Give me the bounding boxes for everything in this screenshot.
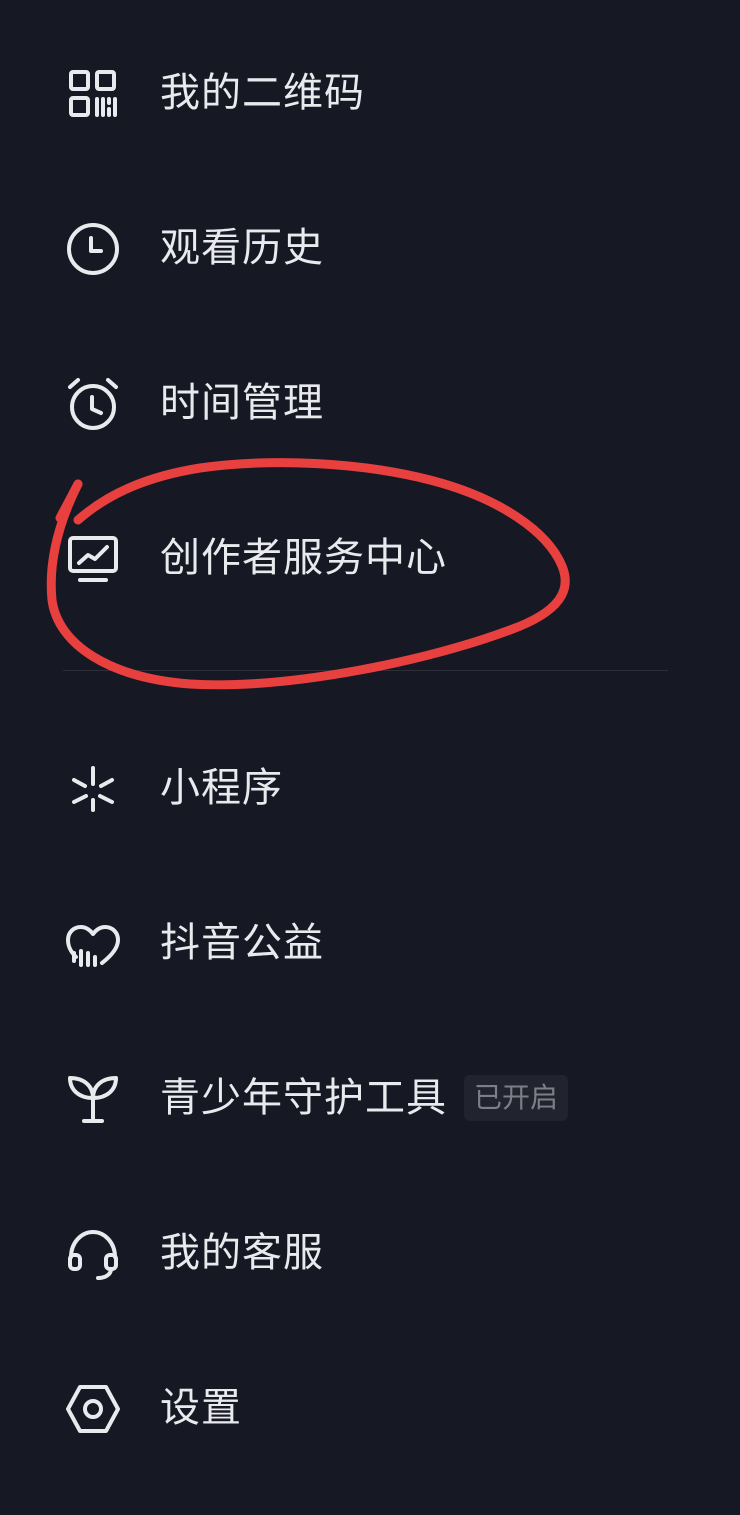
menu-label: 青少年守护工具: [160, 1075, 447, 1121]
menu-item-settings[interactable]: 设置: [0, 1355, 740, 1455]
clock-icon: [62, 218, 124, 280]
status-badge: 已开启: [464, 1075, 569, 1121]
menu-item-watch-history[interactable]: 观看历史: [0, 195, 740, 295]
menu-item-customer-service[interactable]: 我的客服: [0, 1200, 740, 1300]
sprout-icon: [62, 1068, 124, 1130]
menu-item-charity[interactable]: 抖音公益: [0, 890, 740, 990]
menu-label: 小程序: [160, 765, 283, 811]
menu-label: 抖音公益: [160, 920, 324, 966]
menu-item-creator-center[interactable]: 创作者服务中心: [0, 505, 740, 605]
menu-item-youth-protection[interactable]: 青少年守护工具 已开启: [0, 1045, 740, 1145]
menu-label: 我的二维码: [160, 70, 365, 116]
mini-program-icon: [62, 758, 124, 820]
menu-label: 我的客服: [160, 1230, 324, 1276]
menu-label: 观看历史: [160, 225, 324, 271]
menu-label: 创作者服务中心: [160, 535, 447, 581]
menu-item-qr-code[interactable]: 我的二维码: [0, 40, 740, 140]
monitor-chart-icon: [62, 528, 124, 590]
qr-code-icon: [62, 63, 124, 125]
menu-item-time-management[interactable]: 时间管理: [0, 350, 740, 450]
headset-icon: [62, 1223, 124, 1285]
menu-label: 设置: [160, 1385, 242, 1431]
section-divider: [63, 670, 668, 671]
menu-item-mini-program[interactable]: 小程序: [0, 735, 740, 835]
hexagon-settings-icon: [62, 1378, 124, 1440]
alarm-clock-icon: [62, 373, 124, 435]
menu-label: 时间管理: [160, 380, 324, 426]
heart-charity-icon: [62, 913, 124, 975]
